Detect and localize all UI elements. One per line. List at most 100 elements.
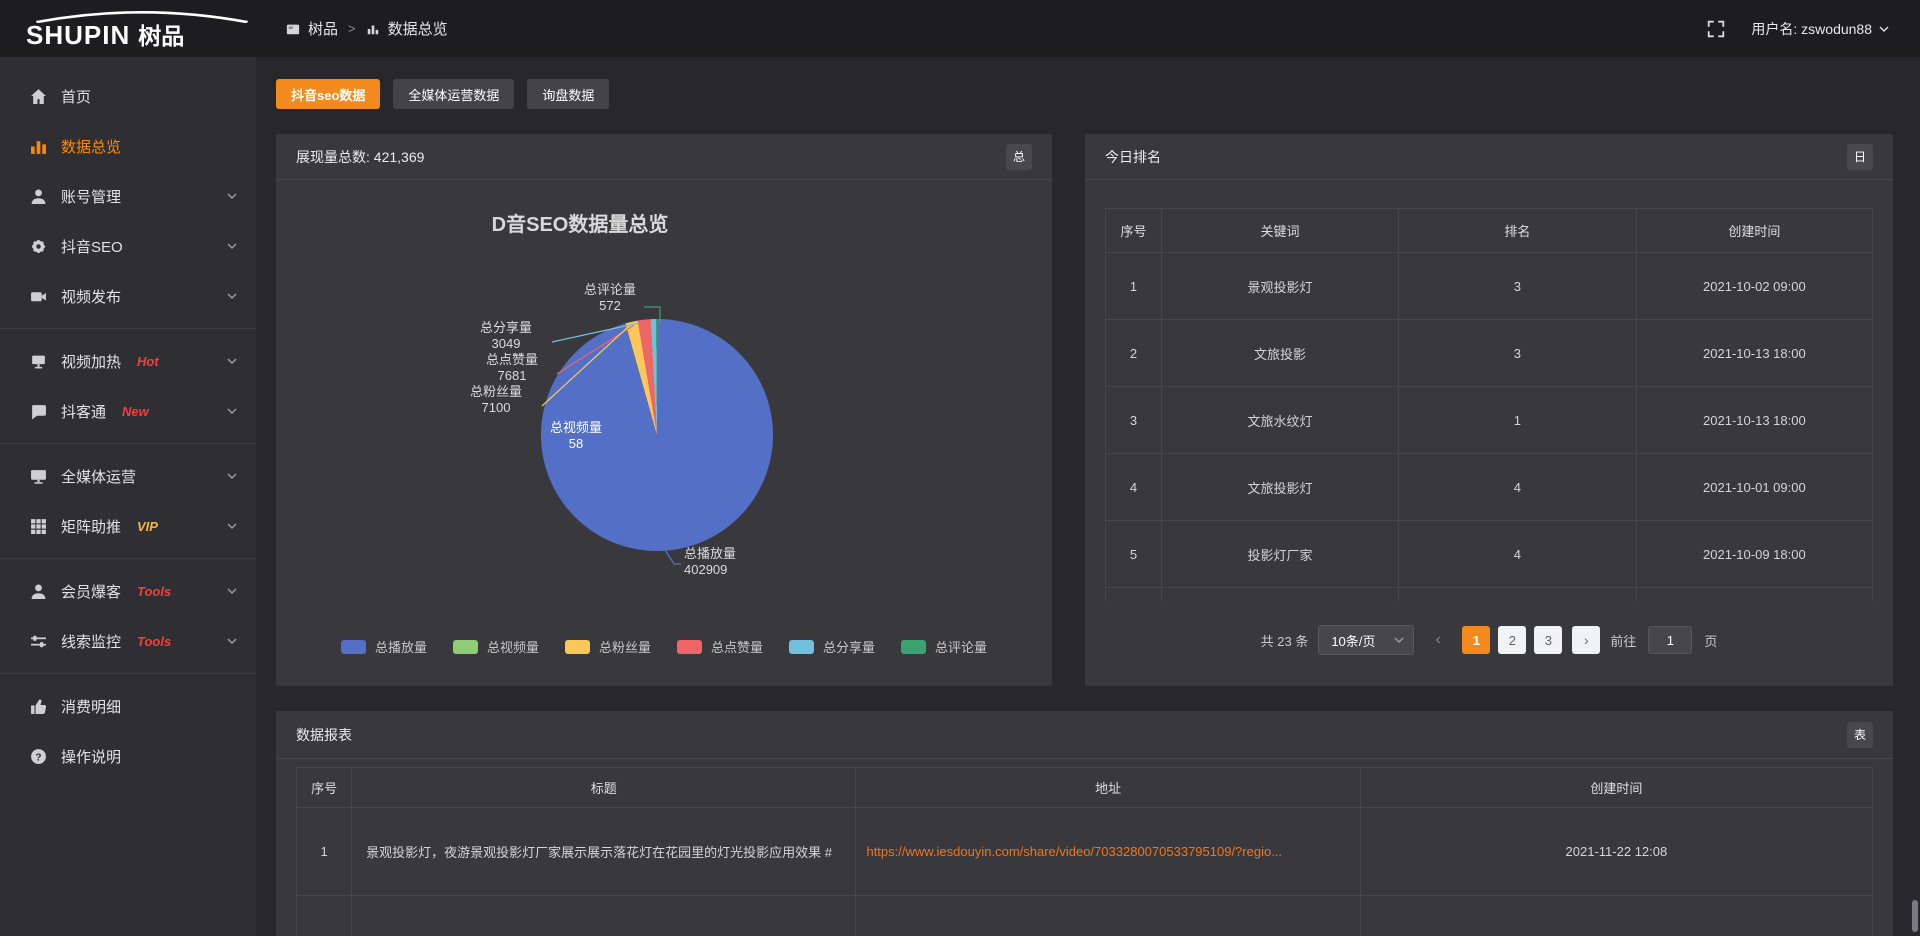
pie-label-总视频量: 总视频量58 bbox=[538, 420, 614, 452]
sidebar-item-label: 会员爆客 bbox=[61, 581, 121, 602]
report-column-header: 地址 bbox=[856, 768, 1360, 808]
sidebar-item-data-overview[interactable]: 数据总览 bbox=[0, 121, 256, 171]
badge-hot: Hot bbox=[137, 354, 159, 369]
legend-label: 总点赞量 bbox=[711, 637, 763, 656]
ranking-panel: 今日排名 日 序号关键词排名创建时间 1景观投影灯32021-10-02 09:… bbox=[1085, 134, 1893, 686]
username-label: 用户名: zswodun88 bbox=[1751, 19, 1872, 39]
sidebar-item-label: 线索监控 bbox=[61, 631, 121, 652]
breadcrumb: 树品 > 数据总览 bbox=[286, 18, 448, 39]
page-size-select[interactable]: 10条/页 bbox=[1318, 625, 1414, 655]
sidebar-item-label: 操作说明 bbox=[61, 746, 121, 767]
sidebar-item-label: 矩阵助推 bbox=[61, 516, 121, 537]
legend-swatch bbox=[677, 640, 702, 654]
sidebar-item-douyin-seo[interactable]: 抖音SEO bbox=[0, 221, 256, 271]
pie-label-总播放量: 总播放量402909 bbox=[684, 546, 784, 578]
chart-panel-title: 展现量总数: 421,369 bbox=[296, 147, 424, 167]
ranking-cell: 1 bbox=[1106, 253, 1162, 320]
chevron-down-icon bbox=[226, 470, 238, 482]
page-button-1[interactable]: 1 bbox=[1462, 626, 1490, 654]
legend-item-总点赞量[interactable]: 总点赞量 bbox=[677, 637, 763, 656]
ranking-column-header: 排名 bbox=[1398, 209, 1636, 253]
sidebar-divider bbox=[0, 443, 256, 444]
ranking-cell: 3 bbox=[1398, 253, 1636, 320]
report-column-header: 序号 bbox=[297, 768, 352, 808]
scrollbar-thumb[interactable] bbox=[1912, 900, 1918, 932]
goto-page-input[interactable] bbox=[1648, 626, 1692, 654]
report-table-wrap: 序号标题地址创建时间 1景观投影灯，夜游景观投影灯厂家展示展示落花灯在花园里的灯… bbox=[296, 767, 1873, 936]
sidebar-item-label: 数据总览 bbox=[61, 136, 121, 157]
sidebar-item-video-heat[interactable]: 视频加热Hot bbox=[0, 336, 256, 386]
tab-media-operation-data[interactable]: 全媒体运营数据 bbox=[393, 79, 514, 109]
breadcrumb-chart-icon bbox=[366, 22, 380, 36]
sidebar-item-account-manage[interactable]: 账号管理 bbox=[0, 171, 256, 221]
legend-item-总粉丝量[interactable]: 总粉丝量 bbox=[565, 637, 651, 656]
sidebar-item-label: 视频发布 bbox=[61, 286, 121, 307]
ranking-cell: 文旅投影灯 bbox=[1161, 454, 1398, 521]
ranking-panel-title: 今日排名 bbox=[1105, 147, 1161, 167]
ranking-cell: 4 bbox=[1106, 454, 1162, 521]
sidebar-item-douketong[interactable]: 抖客通New bbox=[0, 386, 256, 436]
fullscreen-icon[interactable] bbox=[1707, 20, 1725, 38]
day-badge-button[interactable]: 日 bbox=[1847, 144, 1873, 170]
page-button-2[interactable]: 2 bbox=[1498, 626, 1526, 654]
ranking-cell: 景观投影灯 bbox=[1161, 253, 1398, 320]
legend-swatch bbox=[565, 640, 590, 654]
table-badge-button[interactable]: 表 bbox=[1847, 722, 1873, 748]
tab-douyin-seo-data[interactable]: 抖音seo数据 bbox=[276, 79, 380, 109]
sidebar-item-label: 账号管理 bbox=[61, 186, 121, 207]
page-prev-button[interactable]: ‹ bbox=[1424, 626, 1452, 654]
top-bar: SHUPIN 树品 树品 > 数据总览 用户名: zswodun88 bbox=[0, 0, 1920, 57]
ranking-cell: 2021-10-02 09:00 bbox=[1636, 253, 1872, 320]
logo-text-zh: 树品 bbox=[138, 25, 184, 48]
svg-text:?: ? bbox=[35, 752, 41, 763]
sidebar-item-leads-monitor[interactable]: 线索监控Tools bbox=[0, 616, 256, 666]
pagination: 共 23 条 10条/页 ‹ 123 › 前往 页 bbox=[1085, 625, 1893, 655]
ranking-cell: 2021-10-09 18:00 bbox=[1636, 521, 1872, 588]
grid-icon bbox=[30, 518, 47, 535]
ranking-cell: 1 bbox=[1398, 387, 1636, 454]
ranking-column-header: 关键词 bbox=[1161, 209, 1398, 253]
main-content: 抖音seo数据全媒体运营数据询盘数据 展现量总数: 421,369 总 D音SE… bbox=[256, 57, 1920, 936]
sidebar-item-help[interactable]: ? 操作说明 bbox=[0, 731, 256, 781]
gear-icon bbox=[30, 238, 47, 255]
report-cell-no: 1 bbox=[297, 808, 352, 896]
report-panel: 数据报表 表 序号标题地址创建时间 1景观投影灯，夜游景观投影灯厂家展示展示落花… bbox=[276, 711, 1893, 936]
ranking-cell: 2021-10-01 09:00 bbox=[1636, 454, 1872, 521]
legend-item-总分享量[interactable]: 总分享量 bbox=[789, 637, 875, 656]
legend-item-总视频量[interactable]: 总视频量 bbox=[453, 637, 539, 656]
ranking-cell: 2021-10-13 18:00 bbox=[1636, 320, 1872, 387]
sidebar-divider bbox=[0, 558, 256, 559]
ranking-table-row: 3文旅水纹灯12021-10-13 18:00 bbox=[1106, 387, 1873, 454]
chevron-down-icon bbox=[226, 520, 238, 532]
sidebar-item-matrix-boost[interactable]: 矩阵助推VIP bbox=[0, 501, 256, 551]
pie-label-总分享量: 总分享量3049 bbox=[462, 320, 550, 352]
ranking-table-row: 2文旅投影32021-10-13 18:00 bbox=[1106, 320, 1873, 387]
video-camera-icon bbox=[30, 288, 47, 305]
sidebar-item-home[interactable]: 首页 bbox=[0, 71, 256, 121]
page-next-button[interactable]: › bbox=[1572, 626, 1600, 654]
screen-icon bbox=[30, 353, 47, 370]
user-menu[interactable]: 用户名: zswodun88 bbox=[1751, 19, 1890, 39]
user-icon bbox=[30, 188, 47, 205]
chart-legend: 总播放量 总视频量 总粉丝量 总点赞量 总分享量 总评论量 bbox=[276, 637, 1052, 656]
tab-inquiry-data[interactable]: 询盘数据 bbox=[527, 79, 609, 109]
total-badge-button[interactable]: 总 bbox=[1006, 144, 1032, 170]
chevron-down-icon bbox=[226, 290, 238, 302]
sidebar-item-member-baoke[interactable]: 会员爆客Tools bbox=[0, 566, 256, 616]
legend-item-总评论量[interactable]: 总评论量 bbox=[901, 637, 987, 656]
sidebar-item-media-operation[interactable]: 全媒体运营 bbox=[0, 451, 256, 501]
sidebar-item-video-publish[interactable]: 视频发布 bbox=[0, 271, 256, 321]
video-link[interactable]: https://www.iesdouyin.com/share/video/70… bbox=[866, 844, 1282, 859]
ranking-cell: 4 bbox=[1398, 454, 1636, 521]
report-cell-url: https://www.iesdouyin.com/share/video/70… bbox=[856, 808, 1360, 896]
breadcrumb-root[interactable]: 树品 bbox=[308, 18, 338, 39]
badge-new: New bbox=[122, 404, 149, 419]
ranking-table-row: 4文旅投影灯42021-10-01 09:00 bbox=[1106, 454, 1873, 521]
chevron-down-icon bbox=[226, 240, 238, 252]
sidebar-divider bbox=[0, 673, 256, 674]
legend-item-总播放量[interactable]: 总播放量 bbox=[341, 637, 427, 656]
sidebar-item-consume-detail[interactable]: 消费明细 bbox=[0, 681, 256, 731]
page-button-3[interactable]: 3 bbox=[1534, 626, 1562, 654]
report-column-header: 标题 bbox=[352, 768, 856, 808]
pagination-total: 共 23 条 bbox=[1261, 631, 1309, 650]
